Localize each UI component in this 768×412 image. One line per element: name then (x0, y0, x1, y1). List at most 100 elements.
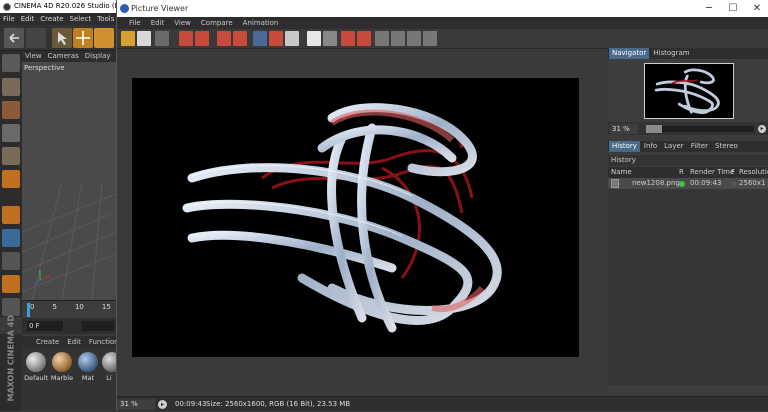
magnet-icon[interactable] (2, 275, 20, 293)
edges-mode-icon[interactable] (2, 147, 20, 165)
status-render-time: 00:09:43 (175, 400, 207, 408)
viewport[interactable]: Perspective (22, 62, 116, 300)
polygons-mode-icon[interactable] (2, 170, 20, 188)
material-menu-create[interactable]: Create (36, 336, 59, 348)
navigator-zoom-bar: 31 % ▸ (608, 122, 768, 135)
pv-menu-file[interactable]: File (129, 17, 141, 29)
tab-history[interactable]: History (609, 141, 640, 152)
column-resolution[interactable]: Resolutio (739, 167, 768, 178)
frame-indicator (732, 181, 736, 187)
timeline-playhead[interactable] (27, 303, 30, 317)
tab-layer[interactable]: Layer (661, 141, 687, 152)
render-region-icon[interactable] (179, 31, 193, 46)
navigator-zoom-field[interactable]: 31 % (610, 124, 638, 134)
timeline[interactable]: 0 5 10 15 (22, 300, 116, 318)
navigator-zoom-handle[interactable] (646, 125, 662, 133)
save-icon[interactable] (137, 31, 151, 46)
tab-filter[interactable]: Filter (688, 141, 711, 152)
timeline-tick: 0 (30, 303, 35, 311)
c4d-menu-tools[interactable]: Tools (97, 13, 114, 25)
snapshot-icon[interactable] (253, 31, 267, 46)
zoom-arrow-icon[interactable]: ▸ (158, 400, 167, 409)
undo-icon[interactable] (4, 28, 24, 48)
workplane-icon[interactable] (2, 101, 20, 119)
render-view-icon[interactable] (195, 31, 209, 46)
stop-render-icon[interactable] (269, 31, 283, 46)
snap-icon[interactable] (2, 252, 20, 270)
column-render-time[interactable]: Render Time (690, 167, 734, 178)
viewport-menu-view[interactable]: View (25, 51, 42, 62)
pv-menu-animation[interactable]: Animation (243, 17, 279, 29)
channel-a-icon[interactable] (341, 31, 355, 46)
c4d-title-bar: CINEMA 4D R20.026 Studio (RC - I (0, 0, 116, 13)
copy-icon[interactable] (217, 31, 231, 46)
c4d-menu-select[interactable]: Select (70, 13, 92, 25)
pv-menu-view[interactable]: View (174, 17, 191, 29)
viewport-grid (22, 181, 116, 300)
history-row[interactable]: new1208.png 00:09:43 2560x1 (608, 178, 768, 189)
column-f[interactable]: F (731, 167, 735, 178)
current-frame-field[interactable]: 0 F (27, 321, 63, 331)
texture-mode-icon[interactable] (2, 78, 20, 96)
viewport-menu-display[interactable]: Display (85, 51, 111, 62)
zoom-field[interactable]: 31 % (117, 399, 155, 410)
minimize-icon[interactable]: ─ (697, 0, 721, 17)
tab-navigator[interactable]: Navigator (609, 48, 650, 59)
maximize-icon[interactable]: ☐ (721, 0, 745, 17)
zoom-menu-icon[interactable]: ▸ (758, 125, 766, 133)
select-arrow-icon[interactable] (52, 28, 72, 48)
material-name: Marble (50, 374, 74, 382)
paste-icon[interactable] (233, 31, 247, 46)
pv-menu-compare[interactable]: Compare (201, 17, 233, 29)
axis-mode-icon[interactable] (2, 206, 20, 224)
navigator-panel (608, 59, 768, 121)
move-icon[interactable] (73, 28, 93, 48)
material-name: Mat (81, 374, 95, 382)
tab-histogram[interactable]: Histogram (650, 48, 692, 59)
open-icon[interactable] (121, 31, 135, 46)
lock-icon[interactable] (2, 298, 20, 316)
layer-icon[interactable] (375, 31, 389, 46)
timeline-tick: 15 (101, 303, 111, 311)
history-header: History (608, 155, 768, 166)
c4d-menu-file[interactable]: File (3, 13, 15, 25)
viewport-menu-cameras[interactable]: Cameras (48, 51, 79, 62)
tab-stereo[interactable]: Stereo (712, 141, 741, 152)
material-mat[interactable]: Mat (76, 352, 100, 382)
c4d-menu-edit[interactable]: Edit (21, 13, 35, 25)
ab-icon[interactable] (323, 31, 337, 46)
material-preview (52, 352, 72, 372)
scale-icon[interactable] (94, 28, 114, 48)
tab-info[interactable]: Info (641, 141, 660, 152)
filter-icon[interactable] (407, 31, 421, 46)
viewport-label: Perspective (24, 64, 65, 72)
material-preview (102, 352, 116, 372)
column-name[interactable]: Name (611, 167, 632, 178)
maxon-logo-text: MAXON CINEMA 4D (6, 315, 16, 402)
channel-b-icon[interactable] (357, 31, 371, 46)
navigator-thumbnail[interactable] (644, 63, 734, 119)
material-menu-function[interactable]: Function (89, 336, 116, 348)
pv-menu-edit[interactable]: Edit (151, 17, 165, 29)
material-li[interactable]: Li (102, 352, 116, 382)
picture-viewer-icon (120, 4, 129, 13)
redo-icon[interactable] (26, 28, 46, 48)
material-menu-edit[interactable]: Edit (67, 336, 81, 348)
c4d-menu-create[interactable]: Create (40, 13, 63, 25)
model-mode-icon[interactable] (2, 54, 20, 72)
a-b-compare-icon[interactable] (307, 31, 321, 46)
tweak-mode-icon[interactable] (2, 229, 20, 247)
layer-stack-icon[interactable] (391, 31, 405, 46)
image-canvas[interactable] (117, 49, 607, 395)
zoom-icon[interactable] (285, 31, 299, 46)
history-filename: new1208.png (632, 179, 680, 187)
close-icon[interactable]: ✕ (745, 0, 768, 17)
frame-slider-field[interactable] (82, 321, 114, 331)
points-mode-icon[interactable] (2, 124, 20, 142)
material-default[interactable]: Default (24, 352, 48, 382)
grid-icon[interactable] (155, 31, 169, 46)
column-r[interactable]: R (679, 167, 684, 178)
stereo-icon[interactable] (423, 31, 437, 46)
material-marble[interactable]: Marble (50, 352, 74, 382)
navigator-zoom-slider[interactable] (646, 125, 754, 133)
